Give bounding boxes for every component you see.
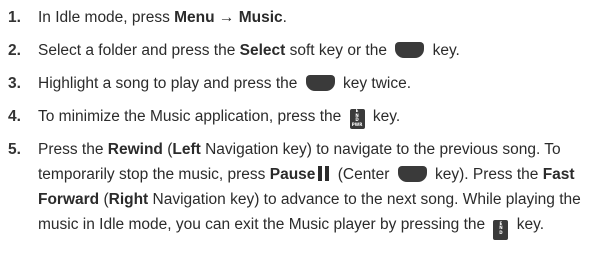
step-number: 1.	[8, 9, 21, 26]
rewind-label: Rewind	[107, 141, 163, 158]
fast-label: Fast	[542, 166, 575, 183]
menu-path: Menu → Music	[174, 9, 283, 26]
select-key-icon	[305, 75, 335, 91]
pause-icon	[318, 166, 330, 181]
step-number: 2.	[8, 42, 21, 59]
step-text: In Idle mode, press	[38, 9, 175, 26]
step-number: 4.	[8, 108, 21, 125]
left-label: Left	[172, 141, 201, 158]
instructions-list: 1. In Idle mode, press Menu → Music. 2. …	[0, 0, 606, 261]
step-text: Select a folder and press the	[38, 42, 240, 59]
select-key-icon	[395, 42, 425, 58]
step-number: 3.	[8, 75, 21, 92]
step-text: To minimize the Music application, press…	[38, 108, 346, 125]
pause-label: Pause	[269, 166, 316, 183]
right-label: Right	[108, 191, 149, 208]
step-text: Highlight a song to play and press the	[38, 75, 302, 92]
forward-label: Forward	[38, 191, 100, 208]
end-key-icon: END	[493, 219, 509, 240]
select-key-icon	[397, 166, 427, 182]
step-number: 5.	[8, 141, 21, 158]
end-pwr-key-icon: E N D PWR	[349, 109, 365, 130]
select-label: Select	[239, 42, 286, 59]
